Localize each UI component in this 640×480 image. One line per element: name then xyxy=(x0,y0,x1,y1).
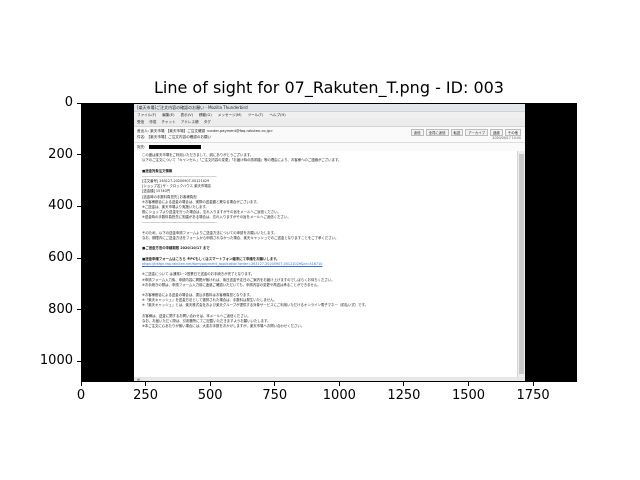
action-button-4[interactable]: 迷惑 xyxy=(490,129,503,136)
x-tick-mark xyxy=(274,382,276,386)
email-screenshot: [楽天市場]ご注文内容の確認のお願い - Mozilla Thunderbird… xyxy=(134,104,525,382)
action-button-3[interactable]: アーカイブ xyxy=(465,129,489,136)
y-tick-label: 0 xyxy=(64,95,73,110)
toolbar-button-4[interactable]: タグ xyxy=(204,120,211,124)
x-tick-mark xyxy=(338,382,340,386)
message-header: 差出人: 楽天市場 【楽天市場】ご注文確認 <order-payment@faq… xyxy=(134,127,525,143)
y-tick-mark xyxy=(77,360,81,362)
redacted-address xyxy=(148,145,201,149)
mail-icon: ✉ xyxy=(137,378,140,382)
mail-toolbar: 受信 作成 チャット アドレス帳 タグ xyxy=(134,118,525,127)
action-button-2[interactable]: 転送 xyxy=(450,129,464,136)
window-title: [楽天市場]ご注文内容の確認のお願い - Mozilla Thunderbird xyxy=(134,104,525,112)
x-tick-label: 250 xyxy=(133,388,158,403)
action-button-5[interactable]: その他 xyxy=(504,129,521,136)
message-date: 2020/09/17 10:00 xyxy=(492,136,521,140)
menu-item-6[interactable]: ヘルプ(H) xyxy=(269,113,285,117)
x-tick-label: 0 xyxy=(76,388,86,403)
x-tick-mark xyxy=(468,382,469,386)
menu-item-2[interactable]: 表示(V) xyxy=(181,113,193,117)
to-label: 宛先: xyxy=(137,145,146,149)
x-tick-mark xyxy=(403,382,405,386)
y-tick-mark xyxy=(77,257,81,259)
menu-item-4[interactable]: メッセージ(M) xyxy=(218,113,242,117)
message-body: この度は楽天市場をご利用いただきまして、誠にありがとうございます。 以下のご注文に… xyxy=(134,151,517,377)
menu-item-1[interactable]: 編集(E) xyxy=(162,113,174,117)
x-tick-label: 1750 xyxy=(516,388,550,403)
x-tick-label: 1250 xyxy=(387,388,421,403)
toolbar-button-3[interactable]: アドレス帳 xyxy=(181,120,199,124)
menu-item-5[interactable]: ツール(T) xyxy=(248,113,264,117)
plot-axes: [楽天市場]ご注文内容の確認のお願い - Mozilla Thunderbird… xyxy=(81,103,577,382)
x-tick-label: 750 xyxy=(262,388,288,403)
x-tick-label: 500 xyxy=(197,388,223,403)
scrollbar[interactable] xyxy=(517,151,525,377)
y-tick-mark xyxy=(77,154,81,156)
action-button-0[interactable]: 返信 xyxy=(410,129,424,136)
toolbar-button-2[interactable]: チャット xyxy=(161,120,175,124)
menu-item-0[interactable]: ファイル(F) xyxy=(137,113,156,117)
x-tick-label: 1500 xyxy=(451,388,486,403)
toolbar-button-1[interactable]: 作成 xyxy=(149,120,156,124)
plot-title: Line of sight for 07_Rakuten_T.png - ID:… xyxy=(154,78,504,97)
status-bar: ✉ xyxy=(134,377,525,382)
toolbar-button-0[interactable]: 受信 xyxy=(137,120,144,124)
matplotlib-figure: Line of sight for 07_Rakuten_T.png - ID:… xyxy=(0,0,640,480)
x-tick-mark xyxy=(80,382,82,386)
header-actions: 返信 全員に返信 転送 アーカイブ 迷惑 その他 xyxy=(409,129,521,136)
y-tick-mark xyxy=(77,309,81,311)
y-tick-label: 800 xyxy=(48,301,73,317)
y-tick-mark xyxy=(77,102,81,104)
y-tick-label: 200 xyxy=(48,146,73,162)
scrollbar-thumb[interactable] xyxy=(519,154,524,374)
y-tick-mark xyxy=(77,205,81,207)
x-tick-mark xyxy=(209,382,211,386)
x-tick-mark xyxy=(532,382,534,386)
y-tick-label: 600 xyxy=(48,250,73,265)
body-line: ※本ご注文に心あたりが無い場合には、大変お手数をおかけしますが、楽天市場へお問い… xyxy=(142,324,305,329)
menu-item-3[interactable]: 移動(G) xyxy=(199,113,212,117)
y-tick-label: 1000 xyxy=(39,353,73,369)
y-tick-label: 400 xyxy=(48,198,73,214)
x-tick-label: 1000 xyxy=(322,388,356,403)
x-tick-mark xyxy=(145,382,147,386)
action-button-1[interactable]: 全員に返信 xyxy=(425,129,449,136)
